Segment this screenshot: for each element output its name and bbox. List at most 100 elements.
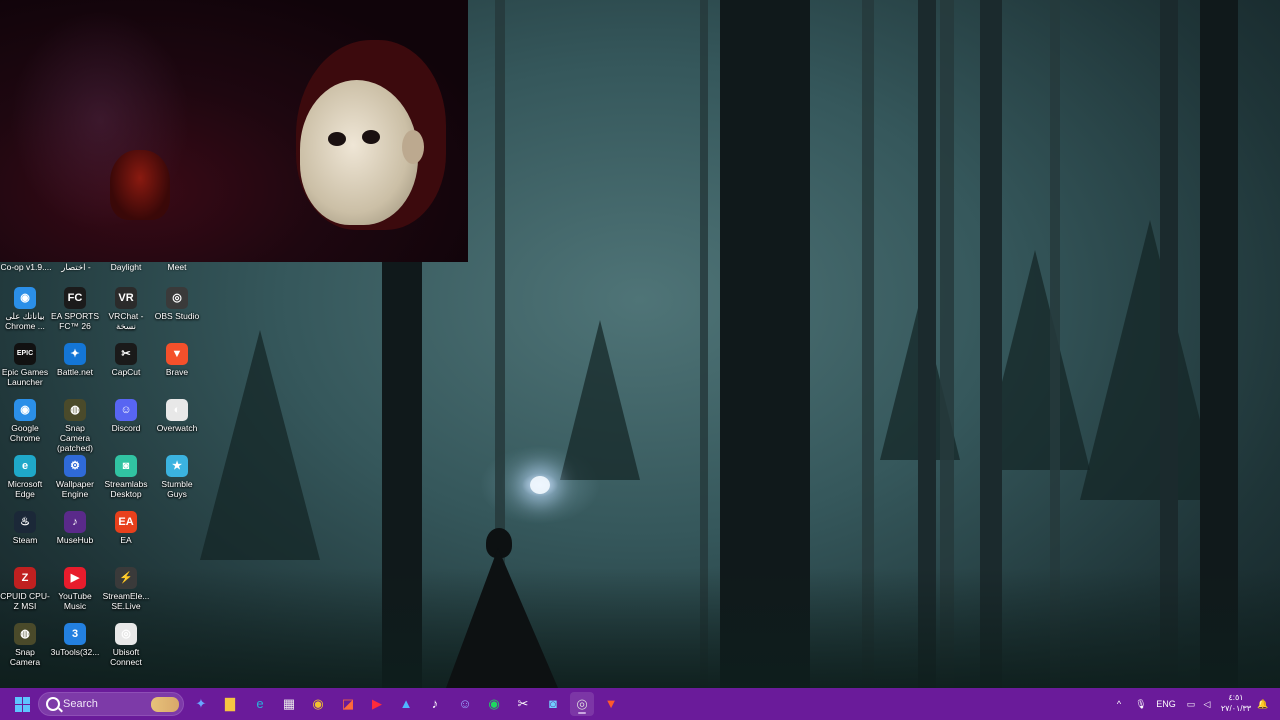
- active-indicator: [578, 712, 586, 714]
- desktop-icon[interactable]: ✦ Battle.net: [50, 343, 100, 377]
- taskbar-app-button[interactable]: ✦: [189, 692, 213, 716]
- taskbar-app-button[interactable]: ◎: [570, 692, 594, 716]
- brave-icon: ▼: [604, 696, 618, 711]
- taskbar-app-button[interactable]: ◉: [306, 692, 330, 716]
- obs-icon: ◎: [576, 696, 588, 711]
- chevron-up-icon: ^: [1116, 699, 1122, 709]
- desktop-icon[interactable]: ♨ Steam: [0, 511, 50, 545]
- desktop-icon-label: Brave: [165, 367, 189, 377]
- start-button[interactable]: [10, 692, 34, 716]
- desktop-icon[interactable]: ✂ CapCut: [101, 343, 151, 377]
- desktop-icon-label[interactable]: اختصار -: [50, 262, 102, 273]
- taskbar-app-button[interactable]: ◙: [541, 692, 565, 716]
- taskbar-app-button[interactable]: ◉: [482, 692, 506, 716]
- desktop-icon[interactable]: EPIC Epic Games Launcher: [0, 343, 50, 387]
- desktop-icon-label: MuseHub: [56, 535, 94, 545]
- desktop-icon-label: Epic Games Launcher: [1, 367, 49, 387]
- desktop-icon[interactable]: ◙ Streamlabs Desktop: [101, 455, 151, 499]
- show-hidden-icons-button[interactable]: ^: [1112, 688, 1126, 720]
- search-placeholder: Search: [63, 698, 98, 710]
- desktop-icon-label: Discord: [111, 423, 141, 433]
- discord-icon: ☺: [115, 399, 137, 421]
- streamelements-icon: ⚡: [115, 567, 137, 589]
- desktop-icon-label: Microsoft Edge: [7, 479, 43, 499]
- webcam-overlay: [0, 0, 468, 262]
- ubisoft-connect-icon: ◎: [115, 623, 137, 645]
- desktop-icon-label: YouTube Music: [58, 591, 92, 611]
- taskbar-app-button[interactable]: ▼: [599, 692, 623, 716]
- chrome-icon: ◉: [14, 287, 36, 309]
- youtube-music-icon: ▶: [64, 567, 86, 589]
- network-button[interactable]: ▭: [1184, 688, 1198, 720]
- desktop-icon-label[interactable]: Meet: [151, 262, 203, 272]
- taskbar-app-button[interactable]: e: [248, 692, 272, 716]
- desktop-icon[interactable]: ★ Stumble Guys: [152, 455, 202, 499]
- edge-icon: e: [14, 455, 36, 477]
- desktop-icon[interactable]: ◎ OBS Studio: [152, 287, 202, 321]
- streamlabs-icon: ◙: [115, 455, 137, 477]
- desktop-icon-label: StreamEle... SE.Live: [102, 591, 150, 611]
- desktop-icon[interactable]: VR VRChat - نسخة: [101, 287, 151, 331]
- search-icon: [46, 697, 60, 711]
- taskbar-app-button[interactable]: ◪: [336, 692, 360, 716]
- cloaked-figure: [438, 528, 558, 688]
- copilot-icon: ✦: [195, 696, 207, 711]
- stumble-guys-icon: ★: [166, 455, 188, 477]
- volume-button[interactable]: ◁: [1200, 688, 1214, 720]
- desktop-icon[interactable]: ☺ Discord: [101, 399, 151, 433]
- desktop-icon[interactable]: e Microsoft Edge: [0, 455, 50, 499]
- desktop-icon[interactable]: ♪ MuseHub: [50, 511, 100, 545]
- desktop-icon-label: 3uTools(32...: [50, 647, 100, 657]
- desktop-icon[interactable]: ◍ Snap Camera: [0, 623, 50, 667]
- desktop-icon-label: Wallpaper Engine: [56, 479, 94, 499]
- desktop-icon[interactable]: Z CPUID CPU-Z MSI: [0, 567, 50, 611]
- desktop-icon[interactable]: ▼ Brave: [152, 343, 202, 377]
- clock[interactable]: ٤:٥١ ٢٧/٠١/٣٣: [1218, 692, 1254, 714]
- desktop-icon[interactable]: ⚙ Wallpaper Engine: [50, 455, 100, 499]
- desktop-icon[interactable]: ◐ Overwatch: [152, 399, 202, 433]
- desktop-icon[interactable]: ◍ Snap Camera (patched): [50, 399, 100, 453]
- taskbar-app-button[interactable]: ♪: [423, 692, 447, 716]
- desktop-icon[interactable]: ◎ Ubisoft Connect: [101, 623, 151, 667]
- search-highlight-icon: [151, 697, 179, 712]
- microsoft-store-icon: ▦: [282, 696, 296, 711]
- taskbar: Search ✦ ▇ e ▦ ◉ ◪ ▶ ▲ ♪ ☺ ◉ ✂ ◙ ◎ ▼ ^ 🎙 ENG ▭ ◁ ٤:٥١ …: [0, 688, 1280, 720]
- taskbar-app-button[interactable]: ✂: [511, 692, 535, 716]
- webcam-person: [110, 150, 170, 220]
- taskbar-search[interactable]: Search: [38, 692, 184, 716]
- desktop-icon[interactable]: ⚡ StreamEle... SE.Live: [101, 567, 151, 611]
- desktop-icon[interactable]: 3 3uTools(32...: [50, 623, 100, 657]
- taskbar-app-button[interactable]: ▲: [394, 692, 418, 716]
- musehub-icon: ♪: [64, 511, 86, 533]
- taskbar-app-button[interactable]: ☺: [453, 692, 477, 716]
- desktop-icon[interactable]: ▶ YouTube Music: [50, 567, 100, 611]
- desktop-icon[interactable]: FC EA SPORTS FC™ 26: [50, 287, 100, 331]
- desktop-icon-label: Snap Camera (patched): [57, 423, 93, 453]
- microphone-button[interactable]: 🎙: [1134, 688, 1148, 720]
- desktop-icon-label: CPUID CPU-Z MSI: [0, 591, 50, 611]
- desktop-icon-label: Stumble Guys: [161, 479, 193, 499]
- desktop-icon[interactable]: ◉ بياناتك على Chrome ...: [0, 287, 50, 331]
- battlenet-icon: ✦: [64, 343, 86, 365]
- desktop-icon[interactable]: ◉ Google Chrome: [0, 399, 50, 443]
- ea-sports-fc-icon: FC: [64, 287, 86, 309]
- desktop-icon-label[interactable]: Co-op v1.9....: [0, 262, 52, 272]
- vrchat-icon: VR: [115, 287, 137, 309]
- volume-icon: ◁: [1203, 699, 1211, 709]
- capcut-icon: ◪: [341, 696, 355, 711]
- desktop-icon-label[interactable]: Daylight: [100, 262, 152, 272]
- desktop-icon-label: Ubisoft Connect: [110, 647, 142, 667]
- taskbar-app-button[interactable]: ▦: [277, 692, 301, 716]
- taskbar-app-button[interactable]: ▶: [365, 692, 389, 716]
- cpu-z-icon: Z: [14, 567, 36, 589]
- desktop-icon[interactable]: EA EA: [101, 511, 151, 545]
- desktop-icon-label: بياناتك على Chrome ...: [5, 311, 45, 331]
- chrome-icon: ◉: [14, 399, 36, 421]
- language-indicator[interactable]: ENG: [1154, 688, 1178, 720]
- notifications-button[interactable]: 🔔: [1256, 688, 1270, 720]
- streamlabs-icon: ◙: [549, 696, 557, 711]
- clock-time: ٤:٥١: [1228, 693, 1244, 702]
- bell-icon: 🔔: [1257, 699, 1269, 709]
- capcut-editor-icon: ✂: [517, 696, 529, 711]
- taskbar-app-button[interactable]: ▇: [218, 692, 242, 716]
